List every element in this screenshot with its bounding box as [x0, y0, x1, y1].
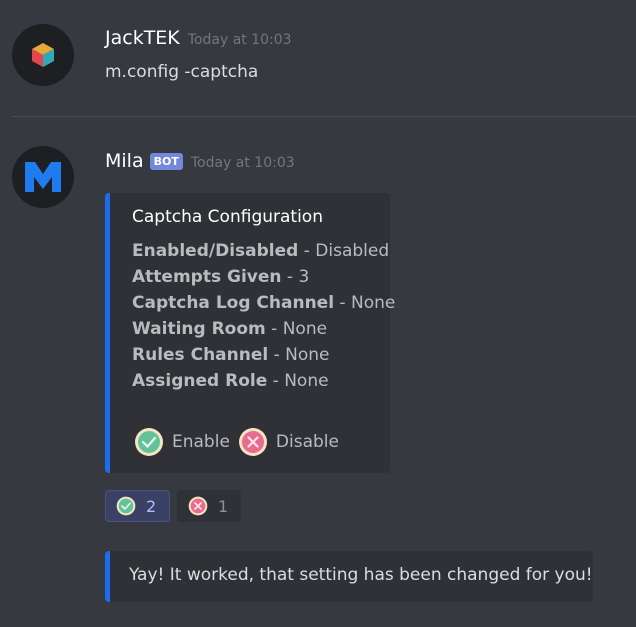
option-disable: Disable: [238, 427, 339, 457]
embed-fields: Enabled/Disabled - Disabled Attempts Giv…: [132, 240, 395, 396]
embed-options: Enable Disable: [134, 427, 347, 457]
message-header: Mila BOT Today at 10:03: [105, 150, 295, 172]
reaction-check[interactable]: 2: [105, 490, 170, 522]
avatar-jacktek[interactable]: [12, 24, 74, 86]
check-emoji-icon: [135, 428, 163, 456]
field-enabled: Enabled/Disabled - Disabled: [132, 241, 390, 261]
reaction-count: 2: [146, 496, 157, 516]
field-rules-channel: Rules Channel - None: [132, 345, 330, 365]
reaction-cross[interactable]: 1: [177, 490, 241, 522]
embed-description: Yay! It worked, that setting has been ch…: [129, 565, 593, 585]
success-embed: Yay! It worked, that setting has been ch…: [105, 551, 593, 602]
message-divider: [12, 116, 636, 117]
option-label: Enable: [172, 432, 230, 452]
timestamp: Today at 10:03: [190, 155, 295, 171]
m-logo-icon: [25, 162, 61, 192]
field-waiting-room: Waiting Room - None: [132, 319, 328, 339]
field-log-channel: Captcha Log Channel - None: [132, 293, 396, 313]
avatar-mila[interactable]: [12, 146, 74, 208]
reaction-count: 1: [218, 496, 229, 516]
username[interactable]: JackTEK: [105, 27, 180, 49]
message-header: JackTEK Today at 10:03: [105, 27, 292, 49]
embed-title: Captcha Configuration: [132, 207, 323, 227]
username[interactable]: Mila: [105, 150, 144, 172]
option-label: Disable: [275, 432, 339, 452]
cross-emoji-icon: [188, 496, 208, 516]
cube-icon: [32, 43, 54, 67]
field-attempts: Attempts Given - 3: [132, 267, 310, 287]
field-assigned-role: Assigned Role - None: [132, 371, 329, 391]
bot-badge: BOT: [149, 153, 183, 170]
captcha-config-embed: Captcha Configuration Enabled/Disabled -…: [105, 193, 395, 473]
check-emoji-icon: [116, 496, 136, 516]
option-enable: Enable: [134, 427, 230, 457]
timestamp: Today at 10:03: [187, 32, 292, 48]
message-content: m.config -captcha: [105, 62, 259, 82]
cross-emoji-icon: [238, 428, 267, 456]
